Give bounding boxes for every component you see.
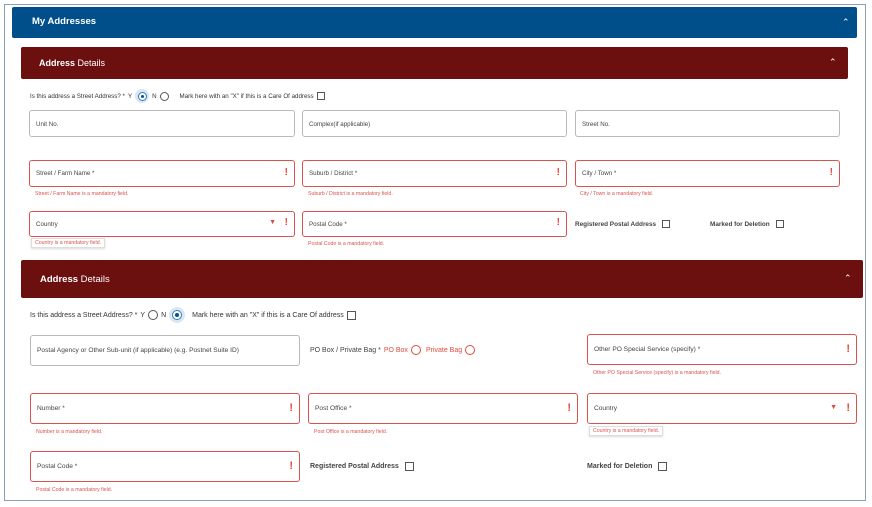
street-address-question-2: Is this address a Street Address? * Y N … <box>30 307 356 323</box>
chevron-up-icon[interactable]: ⌃ <box>842 17 850 28</box>
yes-radio[interactable] <box>148 310 159 320</box>
postal-agency-field[interactable]: Postal Agency or Other Sub-unit (if appl… <box>30 335 300 366</box>
yes-label: Y <box>127 92 133 100</box>
po-box-private-bag-group: PO Box / Private Bag * PO Box Private Ba… <box>310 345 476 355</box>
city-town-error: City / Town is a mandatory field. <box>580 191 654 197</box>
post-office-error: Post Office is a mandatory field. <box>314 429 388 435</box>
number-field[interactable]: Number * ! <box>30 393 300 424</box>
postal-code-field[interactable]: Postal Code * ! <box>302 211 567 237</box>
no-radio[interactable] <box>159 91 169 101</box>
country-select-2[interactable]: Country ▼ ! <box>587 393 857 424</box>
postal-code-error-2: Postal Code is a mandatory field. <box>36 487 113 493</box>
marked-for-deletion-1: Marked for Deletion <box>710 220 784 228</box>
registered-checkbox[interactable] <box>662 220 671 228</box>
country-select[interactable]: Country ▼ ! <box>29 211 295 237</box>
po-box-option-label: PO Box <box>383 346 408 354</box>
address-details-header-1[interactable]: Address Details ⌃ <box>21 47 848 79</box>
registered-postal-address-1: Registered Postal Address <box>575 220 671 228</box>
unit-no-field[interactable]: Unit No. <box>29 110 295 137</box>
post-office-field[interactable]: Post Office * ! <box>308 393 578 424</box>
address-details-header-2[interactable]: Address Details ⌃ <box>21 260 863 298</box>
postal-code-error: Postal Code is a mandatory field. <box>308 241 385 247</box>
registered-postal-address-2: Registered Postal Address <box>310 462 414 471</box>
street-farm-name-field[interactable]: Street / Farm Name * ! <box>29 160 295 187</box>
exclamation-icon: ! <box>284 167 288 178</box>
postal-code-field-2[interactable]: Postal Code * ! <box>30 451 300 482</box>
street-address-label: Is this address a Street Address? * <box>30 92 125 100</box>
deletion-label: Marked for Deletion <box>710 220 770 228</box>
caret-down-icon[interactable]: ▼ <box>830 404 837 411</box>
section-title: Address Details <box>39 58 106 68</box>
yes-radio[interactable] <box>137 91 147 101</box>
private-bag-option-label: Private Bag <box>425 346 463 354</box>
chevron-up-icon[interactable]: ⌃ <box>829 57 837 68</box>
other-po-service-field[interactable]: Other PO Special Service (specify) * ! <box>587 334 857 365</box>
deletion-checkbox[interactable] <box>658 462 668 471</box>
exclamation-icon: ! <box>289 402 293 414</box>
yes-label: Y <box>140 311 146 319</box>
care-of-checkbox[interactable] <box>316 92 325 100</box>
chevron-up-icon[interactable]: ⌃ <box>844 273 852 284</box>
no-label: N <box>152 92 157 100</box>
exclamation-icon: ! <box>567 402 571 414</box>
caret-down-icon[interactable]: ▼ <box>269 219 276 226</box>
yes-radio-halo <box>135 89 150 103</box>
exclamation-icon: ! <box>284 217 288 228</box>
registered-label: Registered Postal Address <box>575 220 657 228</box>
my-addresses-header[interactable]: My Addresses ⌃ <box>12 7 857 38</box>
po-box-radio[interactable] <box>410 345 421 355</box>
no-label: N <box>161 311 167 319</box>
section-title: Address Details <box>40 274 110 285</box>
suburb-district-error: Suburb / District is a mandatory field. <box>308 191 393 197</box>
exclamation-icon: ! <box>289 460 293 472</box>
po-box-label: PO Box / Private Bag * <box>310 346 381 354</box>
city-town-field[interactable]: City / Town * ! <box>575 160 840 187</box>
deletion-label: Marked for Deletion <box>587 463 653 470</box>
care-of-checkbox[interactable] <box>346 310 356 320</box>
exclamation-icon: ! <box>829 167 833 178</box>
registered-label: Registered Postal Address <box>310 463 399 470</box>
exclamation-icon: ! <box>556 167 560 178</box>
suburb-district-field[interactable]: Suburb / District * ! <box>302 160 567 187</box>
marked-for-deletion-2: Marked for Deletion <box>587 462 668 471</box>
street-no-field[interactable]: Street No. <box>575 110 840 137</box>
deletion-checkbox[interactable] <box>775 220 784 228</box>
exclamation-icon: ! <box>556 217 560 228</box>
private-bag-radio[interactable] <box>465 345 476 355</box>
other-po-service-error: Other PO Special Service (specify) is a … <box>593 370 722 376</box>
registered-checkbox[interactable] <box>404 462 414 471</box>
street-address-label: Is this address a Street Address? * <box>30 311 138 319</box>
page-title: My Addresses <box>32 16 97 27</box>
country-error: Country is a mandatory field. <box>31 238 106 248</box>
street-address-question-1: Is this address a Street Address? * Y N … <box>30 89 325 103</box>
exclamation-icon: ! <box>846 402 850 414</box>
no-radio-halo <box>169 307 186 323</box>
care-of-label: Mark here with an "X" if this is a Care … <box>179 92 314 100</box>
street-farm-name-error: Street / Farm Name is a mandatory field. <box>35 191 129 197</box>
care-of-label: Mark here with an "X" if this is a Care … <box>192 311 344 319</box>
complex-field[interactable]: Complex(if applicable) <box>302 110 567 137</box>
exclamation-icon: ! <box>846 343 850 355</box>
number-error: Number is a mandatory field. <box>36 429 103 435</box>
no-radio[interactable] <box>172 310 183 320</box>
country-error-2: Country is a mandatory field. <box>589 426 664 436</box>
